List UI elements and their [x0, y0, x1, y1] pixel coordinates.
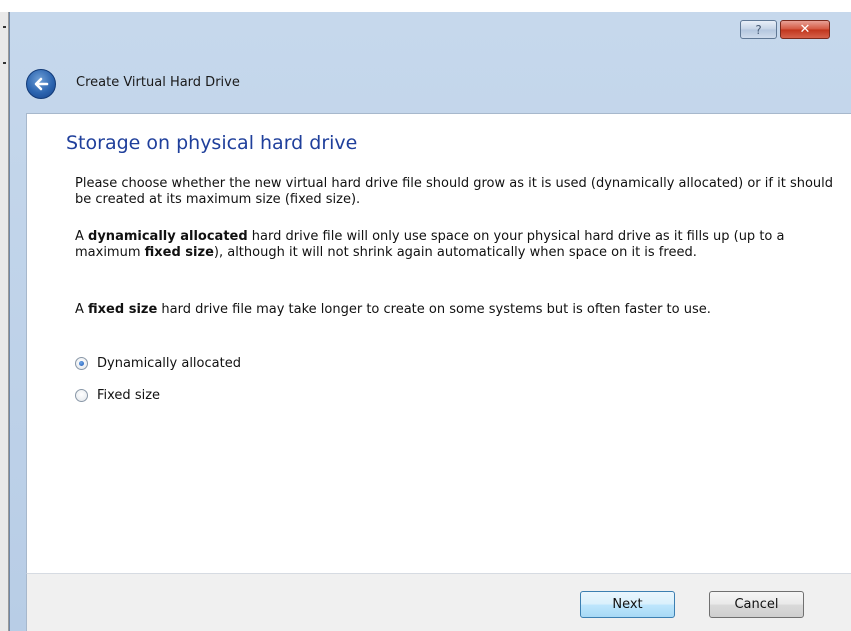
edge-mark	[3, 26, 6, 28]
text: hard drive file may take longer to creat…	[157, 302, 711, 317]
title-bar[interactable]: ? ✕	[10, 12, 851, 52]
radio-button-selected[interactable]	[75, 356, 88, 370]
radio-fixed-size[interactable]: Fixed size	[75, 386, 160, 404]
back-button[interactable]	[26, 69, 56, 99]
bold-term: dynamically allocated	[88, 229, 248, 244]
radio-label[interactable]: Dynamically allocated	[97, 356, 241, 371]
edge-mark	[3, 62, 6, 64]
text: ), although it will not shrink again aut…	[213, 245, 697, 260]
radio-selected-dot	[79, 360, 84, 366]
page-heading: Storage on physical hard drive	[66, 132, 358, 154]
wizard-header: Create Virtual Hard Drive	[10, 52, 851, 114]
radio-button[interactable]	[75, 388, 88, 402]
bold-term: fixed size	[144, 245, 214, 260]
help-button[interactable]: ?	[740, 20, 777, 39]
radio-dynamically-allocated[interactable]: Dynamically allocated	[75, 354, 241, 372]
back-arrow-icon	[34, 77, 49, 91]
fixed-description-paragraph: A fixed size hard drive file may take lo…	[75, 302, 835, 318]
background-window-edge	[0, 12, 9, 631]
close-icon: ✕	[799, 22, 811, 37]
button-bar: Next Cancel	[26, 573, 851, 631]
next-button[interactable]: Next	[580, 591, 675, 618]
help-icon: ?	[755, 22, 762, 37]
wizard-page: Storage on physical hard drive Please ch…	[26, 113, 851, 573]
cancel-button[interactable]: Cancel	[709, 591, 804, 618]
wizard-title: Create Virtual Hard Drive	[76, 75, 240, 90]
close-button[interactable]: ✕	[780, 20, 830, 39]
radio-label[interactable]: Fixed size	[97, 388, 160, 403]
dynamic-description-paragraph: A dynamically allocated hard drive file …	[75, 229, 835, 261]
text: A	[75, 302, 89, 317]
screen-top-strip	[0, 0, 851, 12]
intro-paragraph: Please choose whether the new virtual ha…	[75, 176, 834, 207]
text: A	[75, 229, 89, 244]
bold-term: fixed size	[88, 302, 158, 317]
wizard-dialog: ? ✕ Create Virtual Hard Drive Storage on…	[9, 12, 851, 631]
